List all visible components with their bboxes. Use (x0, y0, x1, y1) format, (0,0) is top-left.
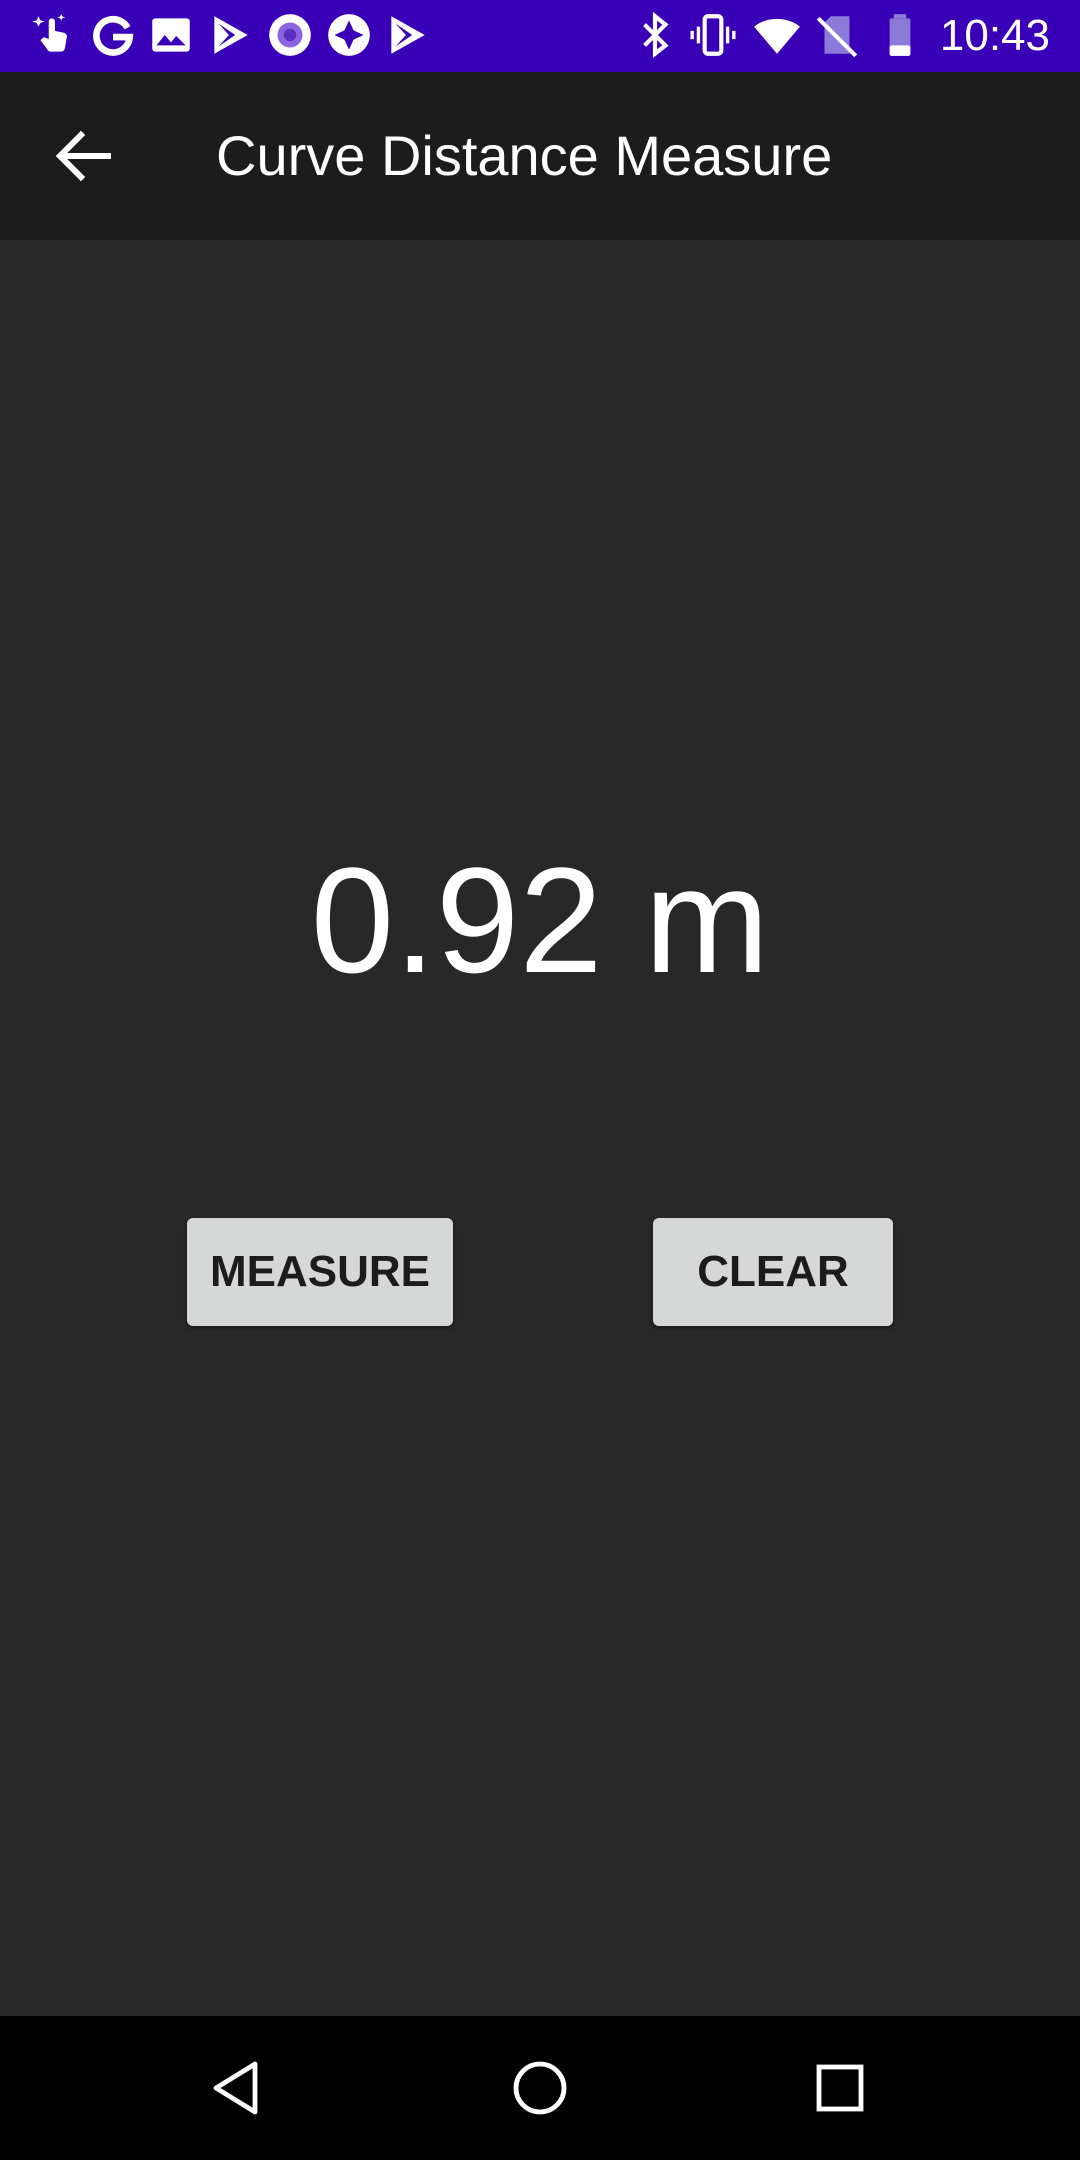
recents-square-icon[interactable] (804, 2052, 876, 2124)
no-sim-icon (816, 16, 858, 58)
main-content: 0.92 m (0, 240, 1080, 2016)
play-store-icon (391, 16, 425, 54)
bluetooth-icon (643, 11, 669, 59)
page-title: Curve Distance Measure (216, 124, 833, 187)
image-icon (152, 18, 190, 52)
clear-button[interactable]: CLEAR (653, 1218, 893, 1326)
hand-pointer-icon (32, 14, 67, 52)
status-time: 10:43 (939, 11, 1050, 60)
arrow-back-icon[interactable] (48, 120, 120, 192)
app-bar: Curve Distance Measure (0, 72, 1080, 240)
navigation-bar (0, 2016, 1080, 2160)
measure-button[interactable]: MEASURE (187, 1218, 453, 1326)
battery-icon (889, 14, 911, 56)
status-bar: 10:43 (0, 0, 1080, 72)
wifi-icon (754, 18, 800, 54)
home-circle-icon[interactable] (504, 2052, 576, 2124)
back-triangle-icon[interactable] (204, 2052, 276, 2124)
play-store-icon (214, 16, 248, 54)
google-icon (93, 15, 134, 56)
vibrate-icon (690, 14, 736, 56)
circle-app-icon (269, 14, 311, 56)
diamond-app-icon (328, 14, 370, 56)
distance-reading: 0.92 m (310, 836, 770, 1004)
